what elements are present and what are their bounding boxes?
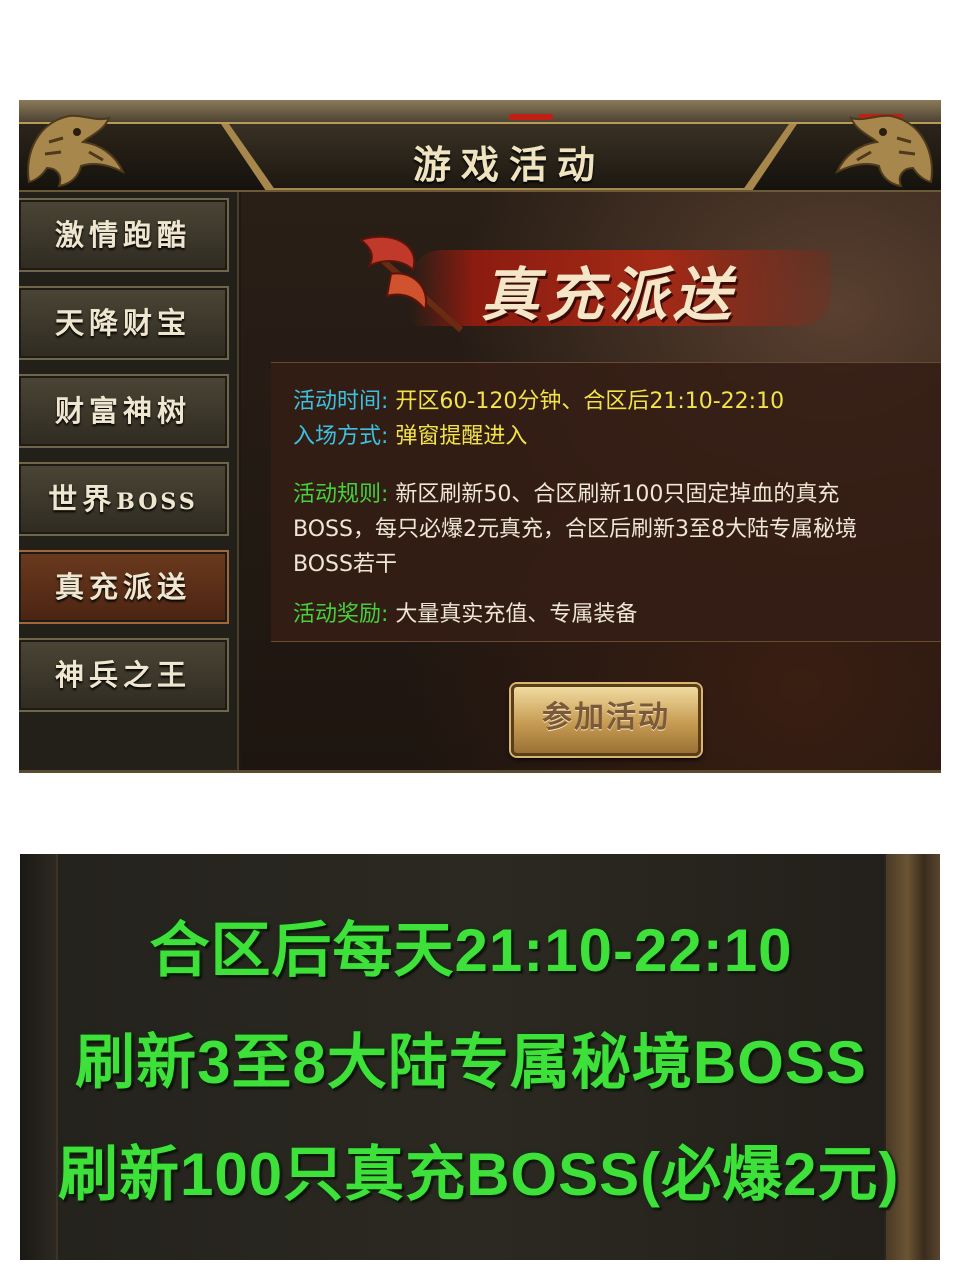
- event-banner: 真充派送: [351, 230, 831, 340]
- sidebar-item-recharge-delivery[interactable]: 真充派送: [19, 550, 229, 624]
- sidebar-item-label: 世界: [48, 482, 117, 516]
- sidebar-item-wealth-tree[interactable]: 财富神树: [19, 374, 229, 448]
- event-time-value: 开区60-120分钟、合区后21:10-22:10: [395, 389, 785, 414]
- event-rules-label: 活动规则:: [293, 482, 389, 507]
- page-title: 游戏活动: [412, 142, 605, 187]
- event-entry-label: 入场方式:: [293, 424, 389, 449]
- promo-line: 刷新100只真充BOSS(必爆2元): [58, 1141, 900, 1208]
- promo-line: 刷新3至8大陆专属秘境BOSS: [75, 1029, 867, 1096]
- event-banner-title: 真充派送: [481, 261, 738, 329]
- event-time-row: 活动时间: 开区60-120分钟、合区后21:10-22:10: [293, 384, 784, 419]
- sidebar-item-label: 神兵之王: [54, 658, 191, 692]
- event-rules-text: 新区刷新50、合区刷新100只固定掉血的真充: [395, 482, 840, 507]
- dragon-ornament-icon: [834, 114, 933, 188]
- sidebar-item-world-boss[interactable]: 世界BOSS: [19, 462, 229, 536]
- event-reward-label: 活动奖励:: [293, 602, 389, 627]
- dragon-ornament-icon: [27, 114, 126, 188]
- event-entry-value: 弹窗提醒进入: [395, 424, 528, 449]
- activity-content: 真充派送 活动时间: 开区60-120分钟、合区后21:10-22:10 入场方…: [241, 192, 941, 770]
- event-rules-text: BOSS，每只必爆2元真充，合区后刷新3至8大陆专属秘境: [293, 517, 857, 542]
- event-rules-text: BOSS若干: [293, 552, 397, 577]
- sidebar-item-label: 激情跑酷: [54, 218, 191, 252]
- event-reward-value: 大量真实充值、专属装备: [395, 602, 638, 627]
- sidebar-item-label: 天降财宝: [54, 306, 191, 340]
- panel-top-strip: [19, 100, 941, 124]
- title-bar: 游戏活动: [19, 124, 941, 192]
- sidebar-item-treasure[interactable]: 天降财宝: [19, 286, 229, 360]
- activity-sidebar: 激情跑酷 天降财宝 财富神树 世界BOSS 真充派送 神兵之王: [19, 192, 239, 770]
- event-reward-row: 活动奖励: 大量真实充值、专属装备: [293, 597, 637, 632]
- sidebar-item-label: 真充派送: [54, 570, 191, 604]
- sidebar-item-label-suffix: BOSS: [116, 489, 198, 515]
- promo-panel-left-edge: [20, 854, 58, 1260]
- red-indicator: [509, 114, 553, 120]
- axe-icon: [358, 235, 463, 333]
- event-rules-row: 活动规则: 新区刷新50、合区刷新100只固定掉血的真充: [293, 477, 839, 512]
- join-activity-button[interactable]: 参加活动: [511, 684, 701, 756]
- event-entry-row: 入场方式: 弹窗提醒进入: [293, 419, 527, 454]
- join-activity-label: 参加活动: [542, 700, 670, 735]
- sidebar-item-parkour[interactable]: 激情跑酷: [19, 198, 229, 272]
- sidebar-item-label: 财富神树: [54, 394, 191, 428]
- sidebar-item-weapon-king[interactable]: 神兵之王: [19, 638, 229, 712]
- promo-panel: 合区后每天21:10-22:10 刷新3至8大陆专属秘境BOSS 刷新100只真…: [20, 854, 940, 1260]
- promo-line: 合区后每天21:10-22:10: [149, 917, 793, 984]
- event-time-label: 活动时间:: [293, 389, 389, 414]
- activity-panel: 游戏活动 激情跑酷 天降财宝 财富神树 世界BOSS 真充派送 神兵之王 真充派…: [19, 100, 941, 773]
